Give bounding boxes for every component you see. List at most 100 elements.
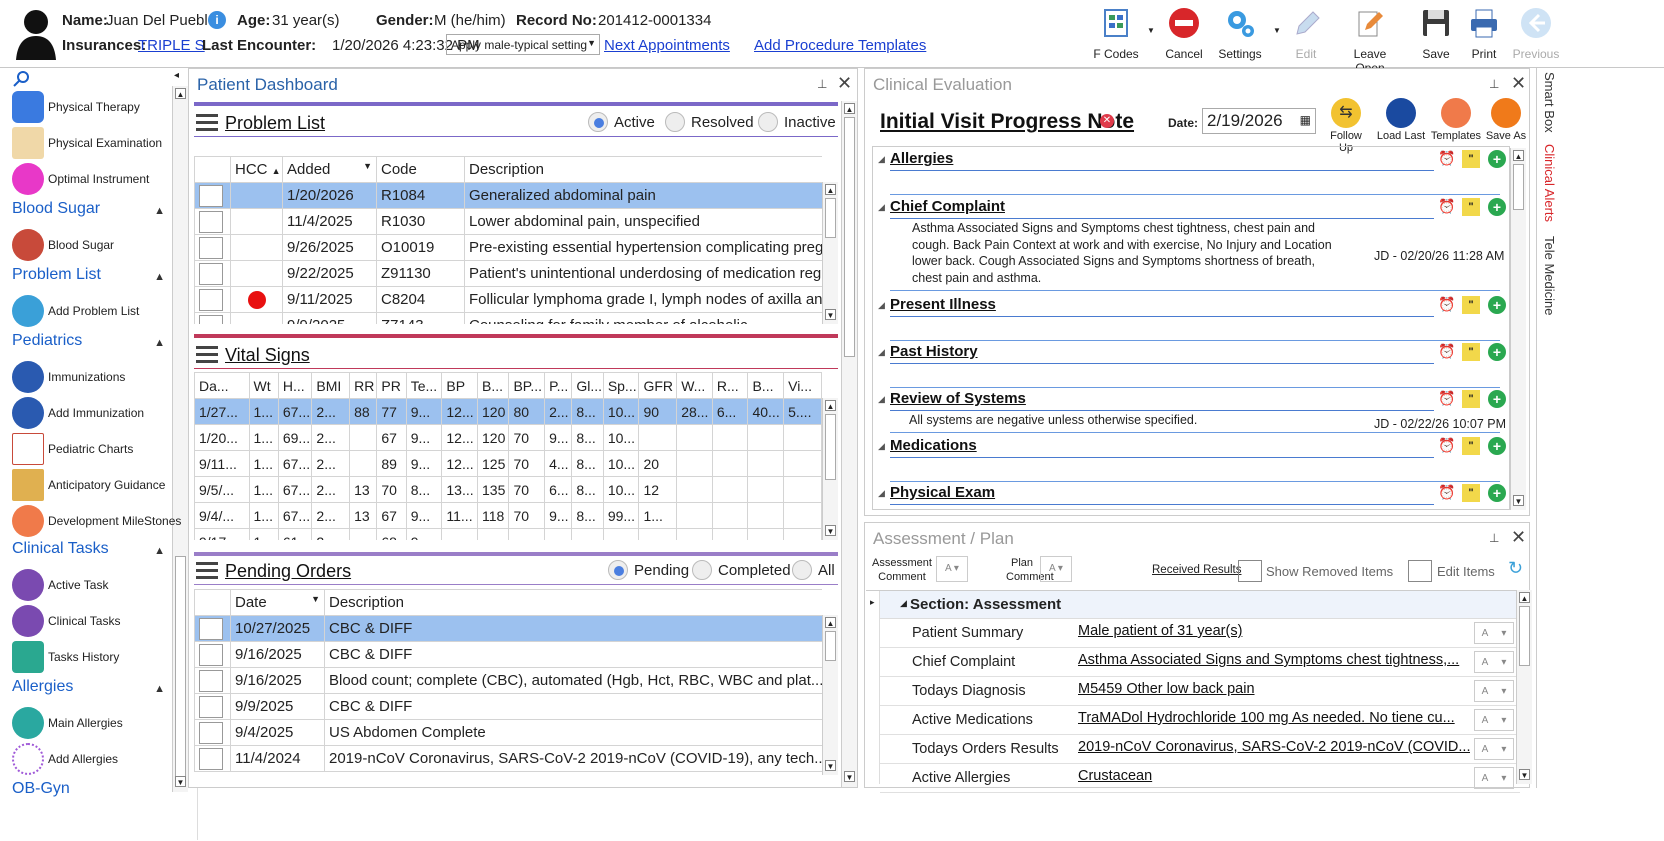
show-removed-items-checkbox[interactable] [1238, 560, 1262, 582]
row-format-dropdown[interactable]: A ▾ [1474, 651, 1514, 673]
scroll-thumb[interactable] [175, 556, 186, 782]
sidebar-item-physical-examination[interactable]: Physical Examination [12, 126, 162, 160]
scroll-down-icon[interactable]: ▼ [844, 771, 855, 782]
add-icon[interactable]: + [1488, 198, 1506, 216]
filter-inactive[interactable]: Inactive [758, 112, 836, 132]
table-row[interactable]: 9/11/2025 C8204 Follicular lymphoma grade … [194, 286, 822, 313]
section-medications[interactable]: ◢ Medications ⏰ " + [870, 437, 1510, 482]
table-row[interactable]: 9/9/2025 CBC & DIFF [194, 693, 822, 720]
pin-icon[interactable]: ⊥ [1489, 531, 1499, 545]
table-row[interactable]: 9/4/2025 US Abdomen Complete [194, 719, 822, 746]
assessment-row[interactable]: Todays Diagnosis M5459 Other low back pa… [880, 677, 1520, 706]
column-header[interactable]: RR [349, 372, 378, 399]
row-checkbox-cell[interactable] [194, 260, 231, 287]
add-icon[interactable]: + [1488, 150, 1506, 168]
table-row[interactable]: 10/27/2025 CBC & DIFF [194, 615, 822, 642]
quote-note-icon[interactable]: " [1462, 343, 1480, 361]
checkbox[interactable] [199, 236, 223, 259]
quote-note-icon[interactable]: " [1462, 198, 1480, 216]
checkbox[interactable] [199, 617, 223, 640]
calendar-icon[interactable]: ▦ [1300, 113, 1311, 127]
column-header[interactable]: Gl... [571, 372, 604, 399]
column-header[interactable]: R... [711, 372, 749, 399]
filter-active[interactable]: Active [588, 112, 655, 132]
row-format-dropdown[interactable]: A ▾ [1474, 680, 1514, 702]
scroll-down-icon[interactable]: ▼ [175, 776, 186, 787]
collapse-arrow-icon[interactable]: ◢ [878, 202, 885, 213]
refresh-icon[interactable]: ↻ [1508, 558, 1523, 579]
close-icon[interactable]: ✕ [1511, 73, 1526, 94]
alarm-clock-icon[interactable]: ⏰ [1438, 198, 1456, 216]
table-row[interactable]: 1/27... 1... 67... 2... 88 77 9... 12... 120 80 2.… [194, 398, 822, 425]
sidebar-item-add-immunization[interactable]: Add Immunization [12, 396, 144, 430]
edit-items-checkbox[interactable] [1408, 560, 1432, 582]
chevron-up-icon[interactable]: ▲ [154, 271, 165, 283]
insurance-link[interactable]: TRIPLE S [138, 37, 205, 54]
alarm-clock-icon[interactable]: ⏰ [1438, 150, 1456, 168]
scroll-up-icon[interactable]: ▲ [1519, 592, 1530, 603]
chevron-up-icon[interactable]: ▲ [154, 205, 165, 217]
filter-all[interactable]: All [792, 560, 835, 580]
menu-icon[interactable] [196, 562, 218, 580]
vital-signs-scrollbar[interactable]: ▲ ▼ [822, 398, 838, 540]
row-checkbox-cell[interactable] [194, 667, 231, 694]
row-format-dropdown[interactable]: A ▾ [1474, 767, 1514, 789]
section-name[interactable]: Past History [890, 343, 978, 360]
row-checkbox-cell[interactable] [194, 641, 231, 668]
scroll-thumb[interactable] [844, 117, 855, 357]
alarm-clock-icon[interactable]: ⏰ [1438, 343, 1456, 361]
collapse-arrow-icon[interactable]: ◢ [900, 598, 907, 609]
column-header[interactable]: BP... [508, 372, 546, 399]
column-header[interactable]: Sp... [602, 372, 640, 399]
scroll-thumb[interactable] [825, 631, 836, 661]
column-header[interactable]: B... [477, 372, 510, 399]
clinical-evaluation-scrollbar[interactable]: ▲ ▼ [1510, 148, 1526, 510]
section-name[interactable]: Physical Exam [890, 484, 995, 501]
tab-clinical-alerts[interactable]: Clinical Alerts [1542, 144, 1557, 222]
filter-completed[interactable]: Completed [692, 560, 791, 580]
row-checkbox-cell[interactable] [194, 182, 231, 209]
sidebar-item-development-milestones[interactable]: Development MileStones [12, 504, 181, 538]
sidebar-item-anticipatory-guidance[interactable]: Anticipatory Guidance [12, 468, 165, 502]
chevron-up-icon[interactable]: ▲ [154, 683, 165, 695]
column-header[interactable]: BMI [311, 372, 351, 399]
scroll-thumb[interactable] [1513, 164, 1524, 210]
scroll-up-icon[interactable]: ▲ [825, 617, 836, 628]
collapse-arrow-icon[interactable]: ◢ [878, 441, 885, 452]
column-header[interactable]: P... [544, 372, 573, 399]
setting-select[interactable]: Apply male-typical setting ▼ [446, 34, 600, 55]
templates-button[interactable]: Templates [1430, 98, 1482, 142]
edit-button[interactable]: Edit [1276, 6, 1336, 62]
table-row[interactable]: 9/16/2025 CBC & DIFF [194, 641, 822, 668]
scroll-down-icon[interactable]: ▼ [825, 309, 836, 320]
chevron-up-icon[interactable]: ▲ [154, 337, 165, 349]
expand-arrow-icon[interactable]: ▸ [870, 597, 875, 608]
fcodes-button[interactable]: F Codes [1086, 6, 1146, 62]
collapse-arrow-icon[interactable]: ◢ [878, 347, 885, 358]
row-checkbox-cell[interactable] [194, 234, 231, 261]
row-checkbox-cell[interactable] [194, 745, 231, 772]
collapse-arrow-icon[interactable]: ◢ [878, 394, 885, 405]
menu-icon[interactable] [196, 114, 218, 132]
add-icon[interactable]: + [1488, 296, 1506, 314]
checkbox[interactable] [199, 314, 223, 324]
column-header[interactable]: W... [676, 372, 713, 399]
checkbox[interactable] [199, 695, 223, 718]
dashboard-scrollbar[interactable]: ▲ ▼ [841, 101, 857, 787]
sidebar-head-allergies[interactable]: Allergies [12, 678, 73, 696]
column-header-code[interactable]: Code [376, 156, 465, 183]
section-name[interactable]: Review of Systems [890, 390, 1026, 407]
add-icon[interactable]: + [1488, 484, 1506, 502]
scroll-thumb[interactable] [825, 414, 836, 480]
sidebar-item-clinical-tasks[interactable]: Clinical Tasks [12, 604, 120, 638]
settings-button[interactable]: Settings [1210, 6, 1270, 62]
load-last-button[interactable]: Load Last [1376, 98, 1426, 142]
scroll-up-icon[interactable]: ▲ [844, 103, 855, 114]
alarm-clock-icon[interactable]: ⏰ [1438, 437, 1456, 455]
search-icon[interactable] [12, 70, 30, 88]
row-value-link[interactable]: M5459 Other low back pain [1078, 681, 1470, 697]
collapse-arrow-icon[interactable]: ◢ [878, 154, 885, 165]
table-row[interactable]: 9/5/... 1... 67... 2... 13 70 8... 13... 135 70 6.… [194, 476, 822, 503]
checkbox[interactable] [199, 288, 223, 311]
checkbox[interactable] [199, 747, 223, 770]
